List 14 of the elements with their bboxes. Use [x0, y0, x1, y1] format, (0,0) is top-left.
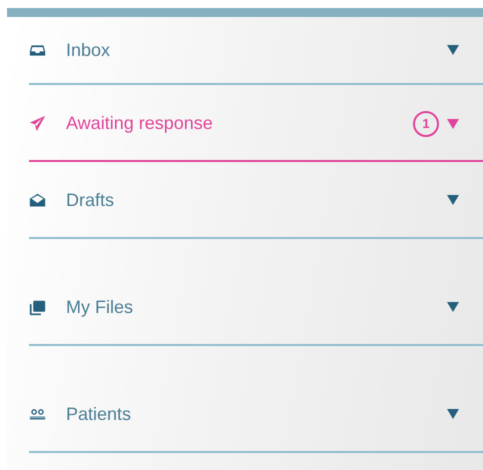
- caret-icon[interactable]: [447, 44, 459, 56]
- nav-item[interactable]: My Files: [66, 296, 447, 318]
- nav-item[interactable]: Inbox: [66, 40, 447, 60]
- nav-item[interactable]: Awaiting response: [66, 113, 413, 134]
- nav-item[interactable]: Patients: [66, 404, 447, 424]
- caret-icon[interactable]: [447, 301, 459, 313]
- paper-plane-icon: [29, 115, 46, 132]
- caret-icon[interactable]: [447, 194, 459, 206]
- caret-icon[interactable]: [447, 408, 459, 420]
- count-badge: 1: [413, 110, 439, 136]
- photo-stack-icon: [29, 298, 46, 316]
- envelope-icon: [29, 192, 46, 208]
- caret-icon[interactable]: [447, 118, 459, 130]
- nav-item[interactable]: Drafts: [66, 190, 447, 210]
